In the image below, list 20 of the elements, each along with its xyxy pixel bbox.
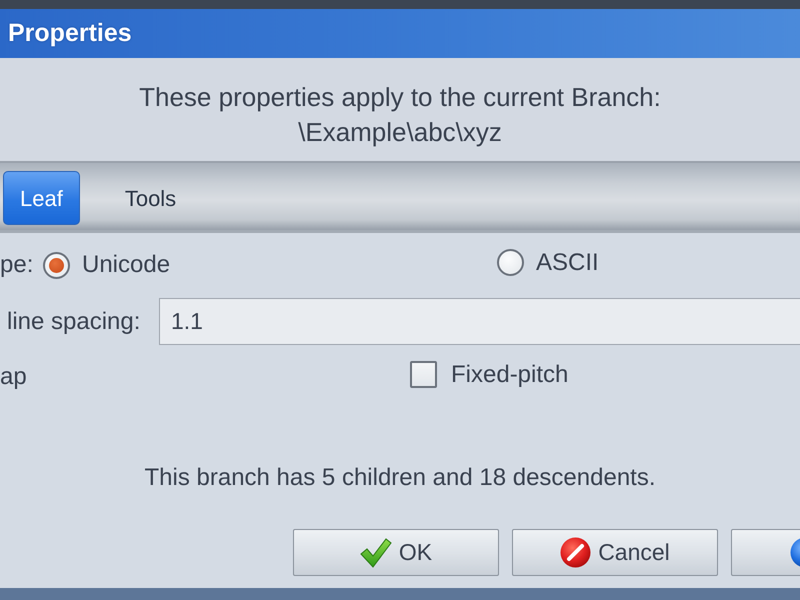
tab[interactable]: Leaf bbox=[3, 171, 80, 225]
radio-button[interactable] bbox=[43, 252, 70, 278]
tab[interactable]: Tools bbox=[108, 171, 194, 225]
field-label: pe: bbox=[0, 251, 34, 279]
field-label: line spacing: bbox=[7, 308, 140, 336]
window-title: Properties bbox=[8, 19, 132, 48]
checkmark-icon bbox=[360, 538, 392, 568]
option-label[interactable]: ASCII bbox=[536, 248, 599, 277]
radio-button[interactable] bbox=[497, 249, 524, 276]
checkbox[interactable] bbox=[410, 361, 437, 388]
header-message: These properties apply to the current Branch: bbox=[139, 81, 661, 114]
ok-button[interactable]: OK bbox=[293, 529, 499, 576]
branch-path: \Example\abc\xyz bbox=[298, 116, 502, 149]
option-label: ap bbox=[0, 363, 27, 391]
summary-text: This branch has 5 children and 18 descendents. bbox=[144, 464, 656, 491]
checkbox-label[interactable]: Fixed-pitch bbox=[451, 360, 568, 389]
line-spacing-field[interactable]: 1.1 bbox=[159, 298, 800, 345]
cancel-button[interactable]: Cancel bbox=[512, 529, 718, 576]
option-label[interactable]: Unicode bbox=[82, 251, 170, 279]
no-entry-icon bbox=[560, 537, 592, 568]
